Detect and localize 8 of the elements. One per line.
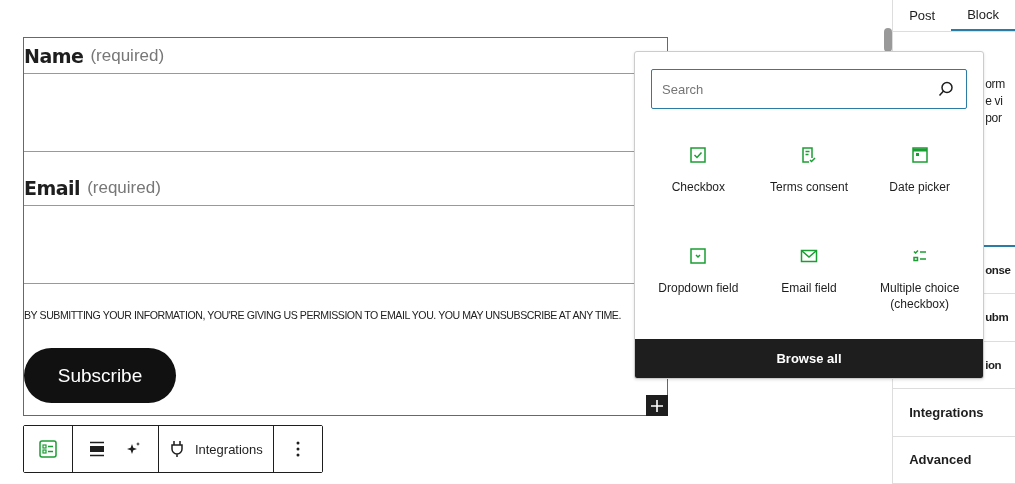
description-text: e vi	[985, 93, 1003, 110]
field-label: Name	[24, 44, 84, 67]
required-hint: (required)	[87, 177, 161, 198]
description-text: por	[985, 110, 1002, 127]
description-text: orm	[985, 76, 1005, 93]
field-label: Email	[24, 176, 81, 199]
required-hint: (required)	[90, 45, 165, 66]
disclaimer-text: BY SUBMITTING YOUR INFORMATION, YOU'RE GIVING US PERMISSION TO EMAIL YOU. YOU MAY UNSUBSCRIBE AT ANY TIME.	[24, 308, 622, 323]
